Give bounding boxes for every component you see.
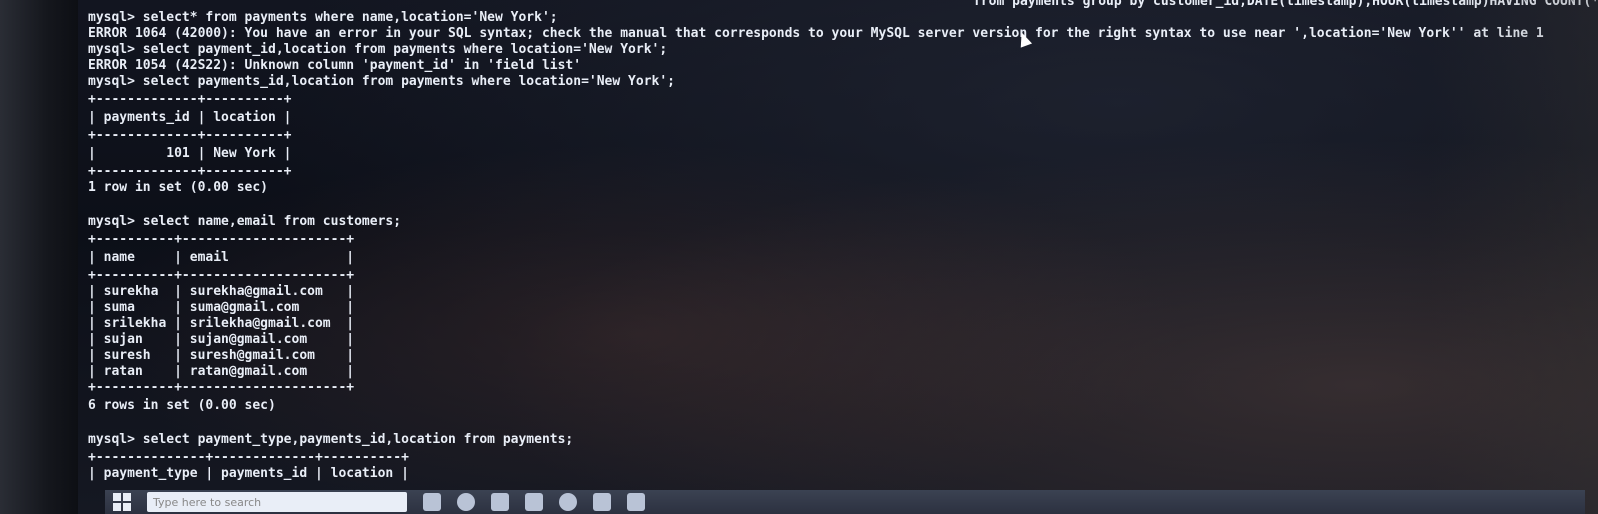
table-border: +----------+---------------------+ bbox=[88, 232, 355, 247]
table-header-row: | name | email | bbox=[88, 250, 355, 265]
windows-start-icon[interactable] bbox=[113, 493, 131, 511]
table-row: | sujan | sujan@gmail.com | bbox=[88, 332, 355, 347]
result-summary: 6 rows in set (0.00 sec) bbox=[88, 398, 276, 413]
table-header-row: | payments_id | location | bbox=[88, 110, 292, 125]
monitor-bezel bbox=[0, 0, 78, 514]
terminal-line: mysql> select name,email from customers; bbox=[88, 214, 402, 229]
terminal-app-icon[interactable] bbox=[627, 493, 645, 511]
taskbar: Type here to search bbox=[105, 490, 1585, 514]
table-header-row: | payment_type | payments_id | location … bbox=[88, 466, 409, 481]
terminal-line: mysql> select payment_type,payments_id,l… bbox=[88, 432, 574, 447]
terminal-line: mysql> select payments_id,location from … bbox=[88, 74, 675, 89]
terminal-line: mysql> select payment_id,location from p… bbox=[88, 42, 668, 57]
table-border: +----------+---------------------+ bbox=[88, 380, 355, 395]
terminal-line: ERROR 1054 (42S22): Unknown column 'paym… bbox=[88, 58, 582, 73]
terminal-line: ERROR 1064 (42000): You have an error in… bbox=[88, 26, 1544, 41]
table-row: | 101 | New York | bbox=[88, 146, 292, 161]
table-row: | surekha | surekha@gmail.com | bbox=[88, 284, 355, 299]
table-border: +-------------+----------+ bbox=[88, 164, 292, 179]
store-icon[interactable] bbox=[525, 493, 543, 511]
result-summary: 1 row in set (0.00 sec) bbox=[88, 180, 269, 195]
terminal-window[interactable]: from payments group by customer_id,DATE(… bbox=[88, 0, 1598, 481]
table-row: | suresh | suresh@gmail.com | bbox=[88, 348, 355, 363]
file-explorer-icon[interactable] bbox=[491, 493, 509, 511]
table-border: +--------------+-------------+----------… bbox=[88, 450, 409, 465]
task-view-icon[interactable] bbox=[423, 493, 441, 511]
app-icon[interactable] bbox=[593, 493, 611, 511]
terminal-line: mysql> select* from payments where name,… bbox=[88, 10, 558, 25]
table-row: | ratan | ratan@gmail.com | bbox=[88, 364, 355, 379]
table-border: +-------------+----------+ bbox=[88, 128, 292, 143]
edge-browser-icon[interactable] bbox=[457, 493, 475, 511]
table-border: +-------------+----------+ bbox=[88, 92, 292, 107]
taskbar-search-input[interactable]: Type here to search bbox=[147, 492, 407, 512]
taskbar-search-placeholder: Type here to search bbox=[153, 495, 262, 509]
table-row: | srilekha | srilekha@gmail.com | bbox=[88, 316, 355, 331]
table-row: | suma | suma@gmail.com | bbox=[88, 300, 355, 315]
partial-command-top: from payments group by customer_id,DATE(… bbox=[973, 0, 1598, 9]
chrome-icon[interactable] bbox=[559, 493, 577, 511]
table-border: +----------+---------------------+ bbox=[88, 268, 355, 283]
